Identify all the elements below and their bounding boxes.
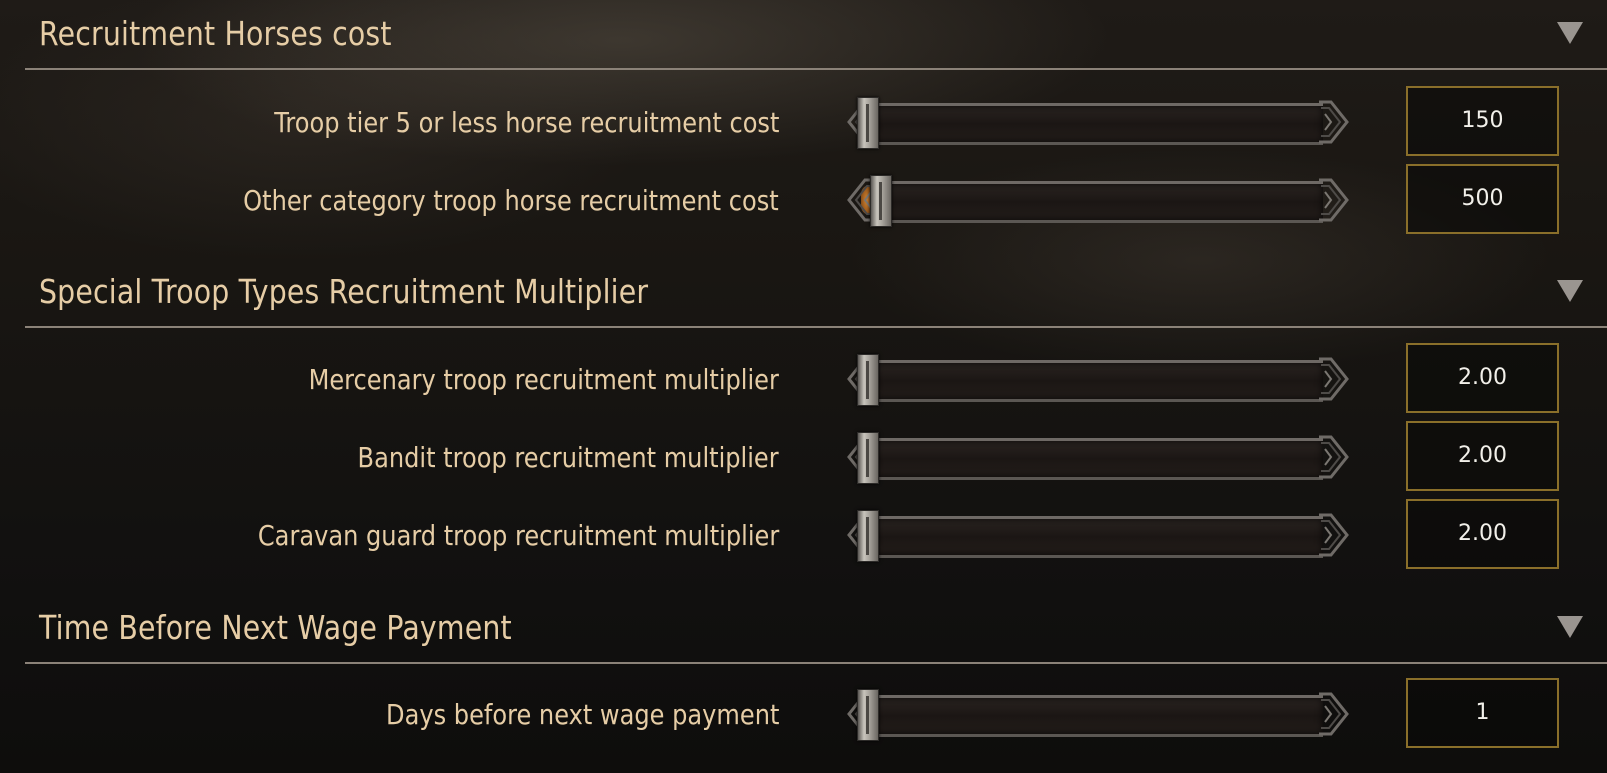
setting-label: Other category troop horse recruitment c… (243, 184, 779, 217)
slider-handle[interactable] (857, 97, 879, 149)
setting-slider[interactable] (845, 689, 1351, 741)
ornate-bracket-icon (1317, 691, 1351, 737)
value-input[interactable]: 150 (1406, 86, 1559, 156)
ornate-bracket-icon (1317, 177, 1351, 223)
slider-handle[interactable] (857, 689, 879, 741)
value-input[interactable]: 500 (1406, 164, 1559, 234)
value-input[interactable]: 2.00 (1406, 421, 1559, 491)
setting-slider[interactable] (845, 510, 1351, 562)
slider-track[interactable] (873, 103, 1323, 145)
slider-track[interactable] (873, 181, 1323, 223)
slider-track[interactable] (873, 438, 1323, 480)
triangle-down-icon[interactable] (1557, 616, 1583, 638)
setting-row-bandit-multiplier: Bandit troop recruitment multiplier 2.00 (0, 421, 1607, 493)
triangle-down-icon[interactable] (1557, 280, 1583, 302)
value-input[interactable]: 1 (1406, 678, 1559, 748)
setting-row-other-horse-cost: Other category troop horse recruitment c… (0, 164, 1607, 236)
section-header-recruitment-horses-cost[interactable]: Recruitment Horses cost (25, 0, 1607, 70)
setting-slider[interactable] (845, 175, 1351, 227)
section-title: Recruitment Horses cost (39, 14, 392, 53)
setting-label: Mercenary troop recruitment multiplier (308, 363, 779, 396)
ornate-bracket-icon (1317, 99, 1351, 145)
slider-handle[interactable] (857, 432, 879, 484)
setting-label: Caravan guard troop recruitment multipli… (257, 519, 779, 552)
setting-slider[interactable] (845, 97, 1351, 149)
slider-track[interactable] (873, 695, 1323, 737)
slider-handle[interactable] (857, 510, 879, 562)
value-input[interactable]: 2.00 (1406, 343, 1559, 413)
setting-label: Bandit troop recruitment multiplier (357, 441, 779, 474)
value-input[interactable]: 2.00 (1406, 499, 1559, 569)
slider-track[interactable] (873, 516, 1323, 558)
setting-row-mercenary-multiplier: Mercenary troop recruitment multiplier 2… (0, 343, 1607, 415)
triangle-down-icon[interactable] (1557, 22, 1583, 44)
slider-handle[interactable] (857, 354, 879, 406)
setting-row-days-before-wage: Days before next wage payment 1 (0, 678, 1607, 750)
setting-row-tier5-horse-cost: Troop tier 5 or less horse recruitment c… (0, 86, 1607, 158)
section-title: Special Troop Types Recruitment Multipli… (39, 272, 649, 311)
setting-slider[interactable] (845, 432, 1351, 484)
slider-handle[interactable] (870, 175, 893, 227)
setting-label: Days before next wage payment (385, 698, 779, 731)
ornate-bracket-icon (1317, 434, 1351, 480)
setting-slider[interactable] (845, 354, 1351, 406)
section-title: Time Before Next Wage Payment (39, 608, 512, 647)
ornate-bracket-icon (1317, 356, 1351, 402)
slider-track[interactable] (873, 360, 1323, 402)
ornate-bracket-icon (1317, 512, 1351, 558)
setting-label: Troop tier 5 or less horse recruitment c… (273, 106, 779, 139)
section-header-time-before-wage[interactable]: Time Before Next Wage Payment (25, 594, 1607, 664)
setting-row-caravan-guard-multiplier: Caravan guard troop recruitment multipli… (0, 499, 1607, 571)
section-header-special-troop-multiplier[interactable]: Special Troop Types Recruitment Multipli… (25, 258, 1607, 328)
